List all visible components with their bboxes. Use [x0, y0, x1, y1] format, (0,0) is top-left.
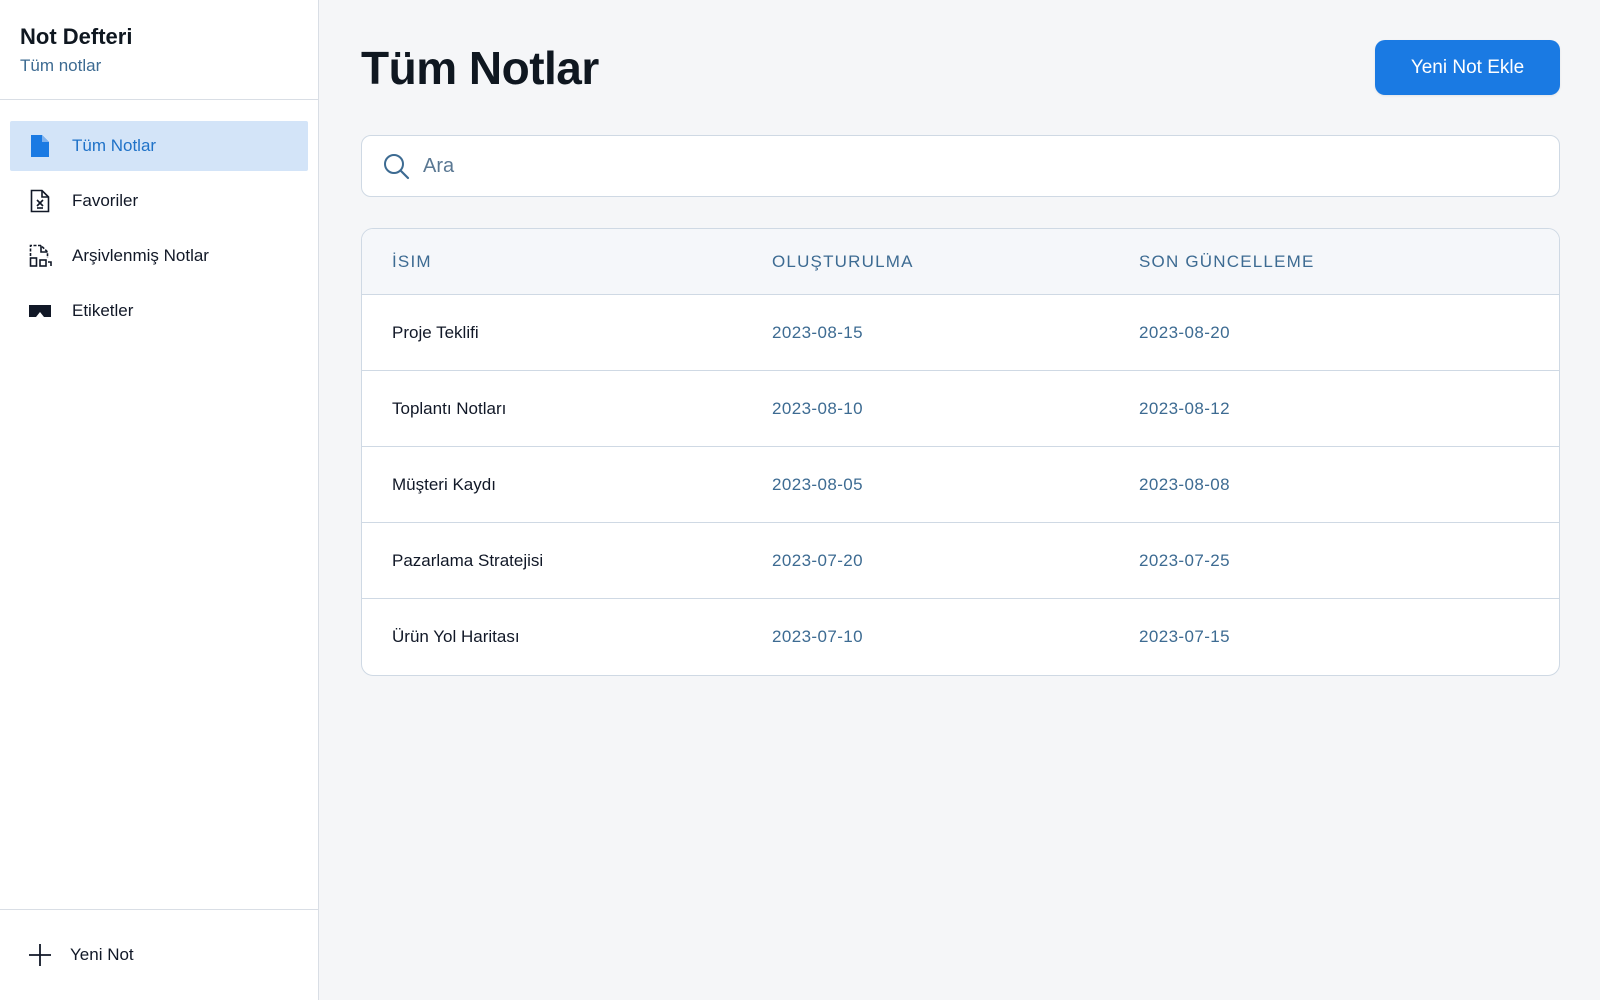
brand: Not Defteri Tüm notlar — [0, 0, 318, 100]
note-updated-date: 2023-07-25 — [1139, 550, 1230, 570]
sidebar-item-tags[interactable]: Etiketler — [10, 286, 308, 336]
note-created-date: 2023-07-20 — [772, 550, 863, 570]
note-updated-date: 2023-08-20 — [1139, 322, 1230, 342]
note-name: Proje Teklifi — [392, 322, 479, 342]
table-row[interactable]: Toplantı Notları 2023-08-10 2023-08-12 — [362, 371, 1559, 447]
new-note-label: Yeni Not — [70, 945, 134, 964]
note-created-date: 2023-07-10 — [772, 627, 863, 646]
favorite-document-icon — [28, 189, 52, 213]
search-icon — [382, 152, 410, 180]
sidebar-item-all-notes[interactable]: Tüm Notlar — [10, 121, 308, 171]
sidebar-item-favorites[interactable]: Favoriler — [10, 176, 308, 226]
search-input[interactable] — [423, 154, 1523, 178]
note-name: Müşteri Kaydı — [392, 474, 496, 494]
note-updated-date: 2023-08-08 — [1139, 474, 1230, 494]
notes-table: İSIM OLUŞTURULMA SON GÜNCELLEME Proje Te… — [361, 228, 1560, 676]
column-header-created[interactable]: OLUŞTURULMA — [772, 252, 1139, 272]
tag-icon — [28, 299, 52, 323]
app-subtitle: Tüm notlar — [20, 56, 102, 75]
column-header-name[interactable]: İSIM — [362, 252, 772, 272]
note-updated-date: 2023-08-12 — [1139, 398, 1230, 418]
sidebar-item-label: Etiketler — [72, 301, 134, 320]
document-icon — [28, 134, 52, 158]
table-row[interactable]: Ürün Yol Haritası 2023-07-10 2023-07-15 — [362, 599, 1559, 675]
note-name: Toplantı Notları — [392, 398, 507, 418]
sidebar-item-archived-notes[interactable]: Arşivlenmiş Notlar — [10, 231, 308, 281]
sidebar-item-label: Tüm Notlar — [72, 136, 157, 155]
search-bar — [361, 135, 1560, 197]
main-content: Tüm Notlar Yeni Not Ekle İSIM OLUŞTURULM… — [320, 0, 1600, 1000]
plus-icon — [28, 943, 52, 967]
sidebar: Not Defteri Tüm notlar Tüm Notlar Favori… — [0, 0, 319, 1000]
note-name: Ürün Yol Haritası — [392, 627, 520, 646]
table-row[interactable]: Proje Teklifi 2023-08-15 2023-08-20 — [362, 295, 1559, 371]
sidebar-item-label: Favoriler — [72, 191, 139, 210]
archive-document-icon — [28, 244, 52, 268]
app-title: Not Defteri — [20, 24, 133, 49]
new-note-button[interactable]: Yeni Not — [0, 909, 318, 1000]
note-created-date: 2023-08-15 — [772, 322, 863, 342]
page-title: Tüm Notlar — [361, 42, 599, 94]
note-updated-date: 2023-07-15 — [1139, 627, 1230, 646]
note-created-date: 2023-08-05 — [772, 474, 863, 494]
add-note-button[interactable]: Yeni Not Ekle — [1375, 40, 1560, 95]
column-header-updated[interactable]: SON GÜNCELLEME — [1139, 252, 1559, 272]
note-name: Pazarlama Stratejisi — [392, 550, 544, 570]
sidebar-item-label: Arşivlenmiş Notlar — [72, 246, 209, 265]
table-header: İSIM OLUŞTURULMA SON GÜNCELLEME — [362, 229, 1559, 295]
note-created-date: 2023-08-10 — [772, 398, 863, 418]
sidebar-nav: Tüm Notlar Favoriler Arşivlenmiş Notlar … — [0, 100, 318, 336]
table-row[interactable]: Pazarlama Stratejisi 2023-07-20 2023-07-… — [362, 523, 1559, 599]
table-row[interactable]: Müşteri Kaydı 2023-08-05 2023-08-08 — [362, 447, 1559, 523]
